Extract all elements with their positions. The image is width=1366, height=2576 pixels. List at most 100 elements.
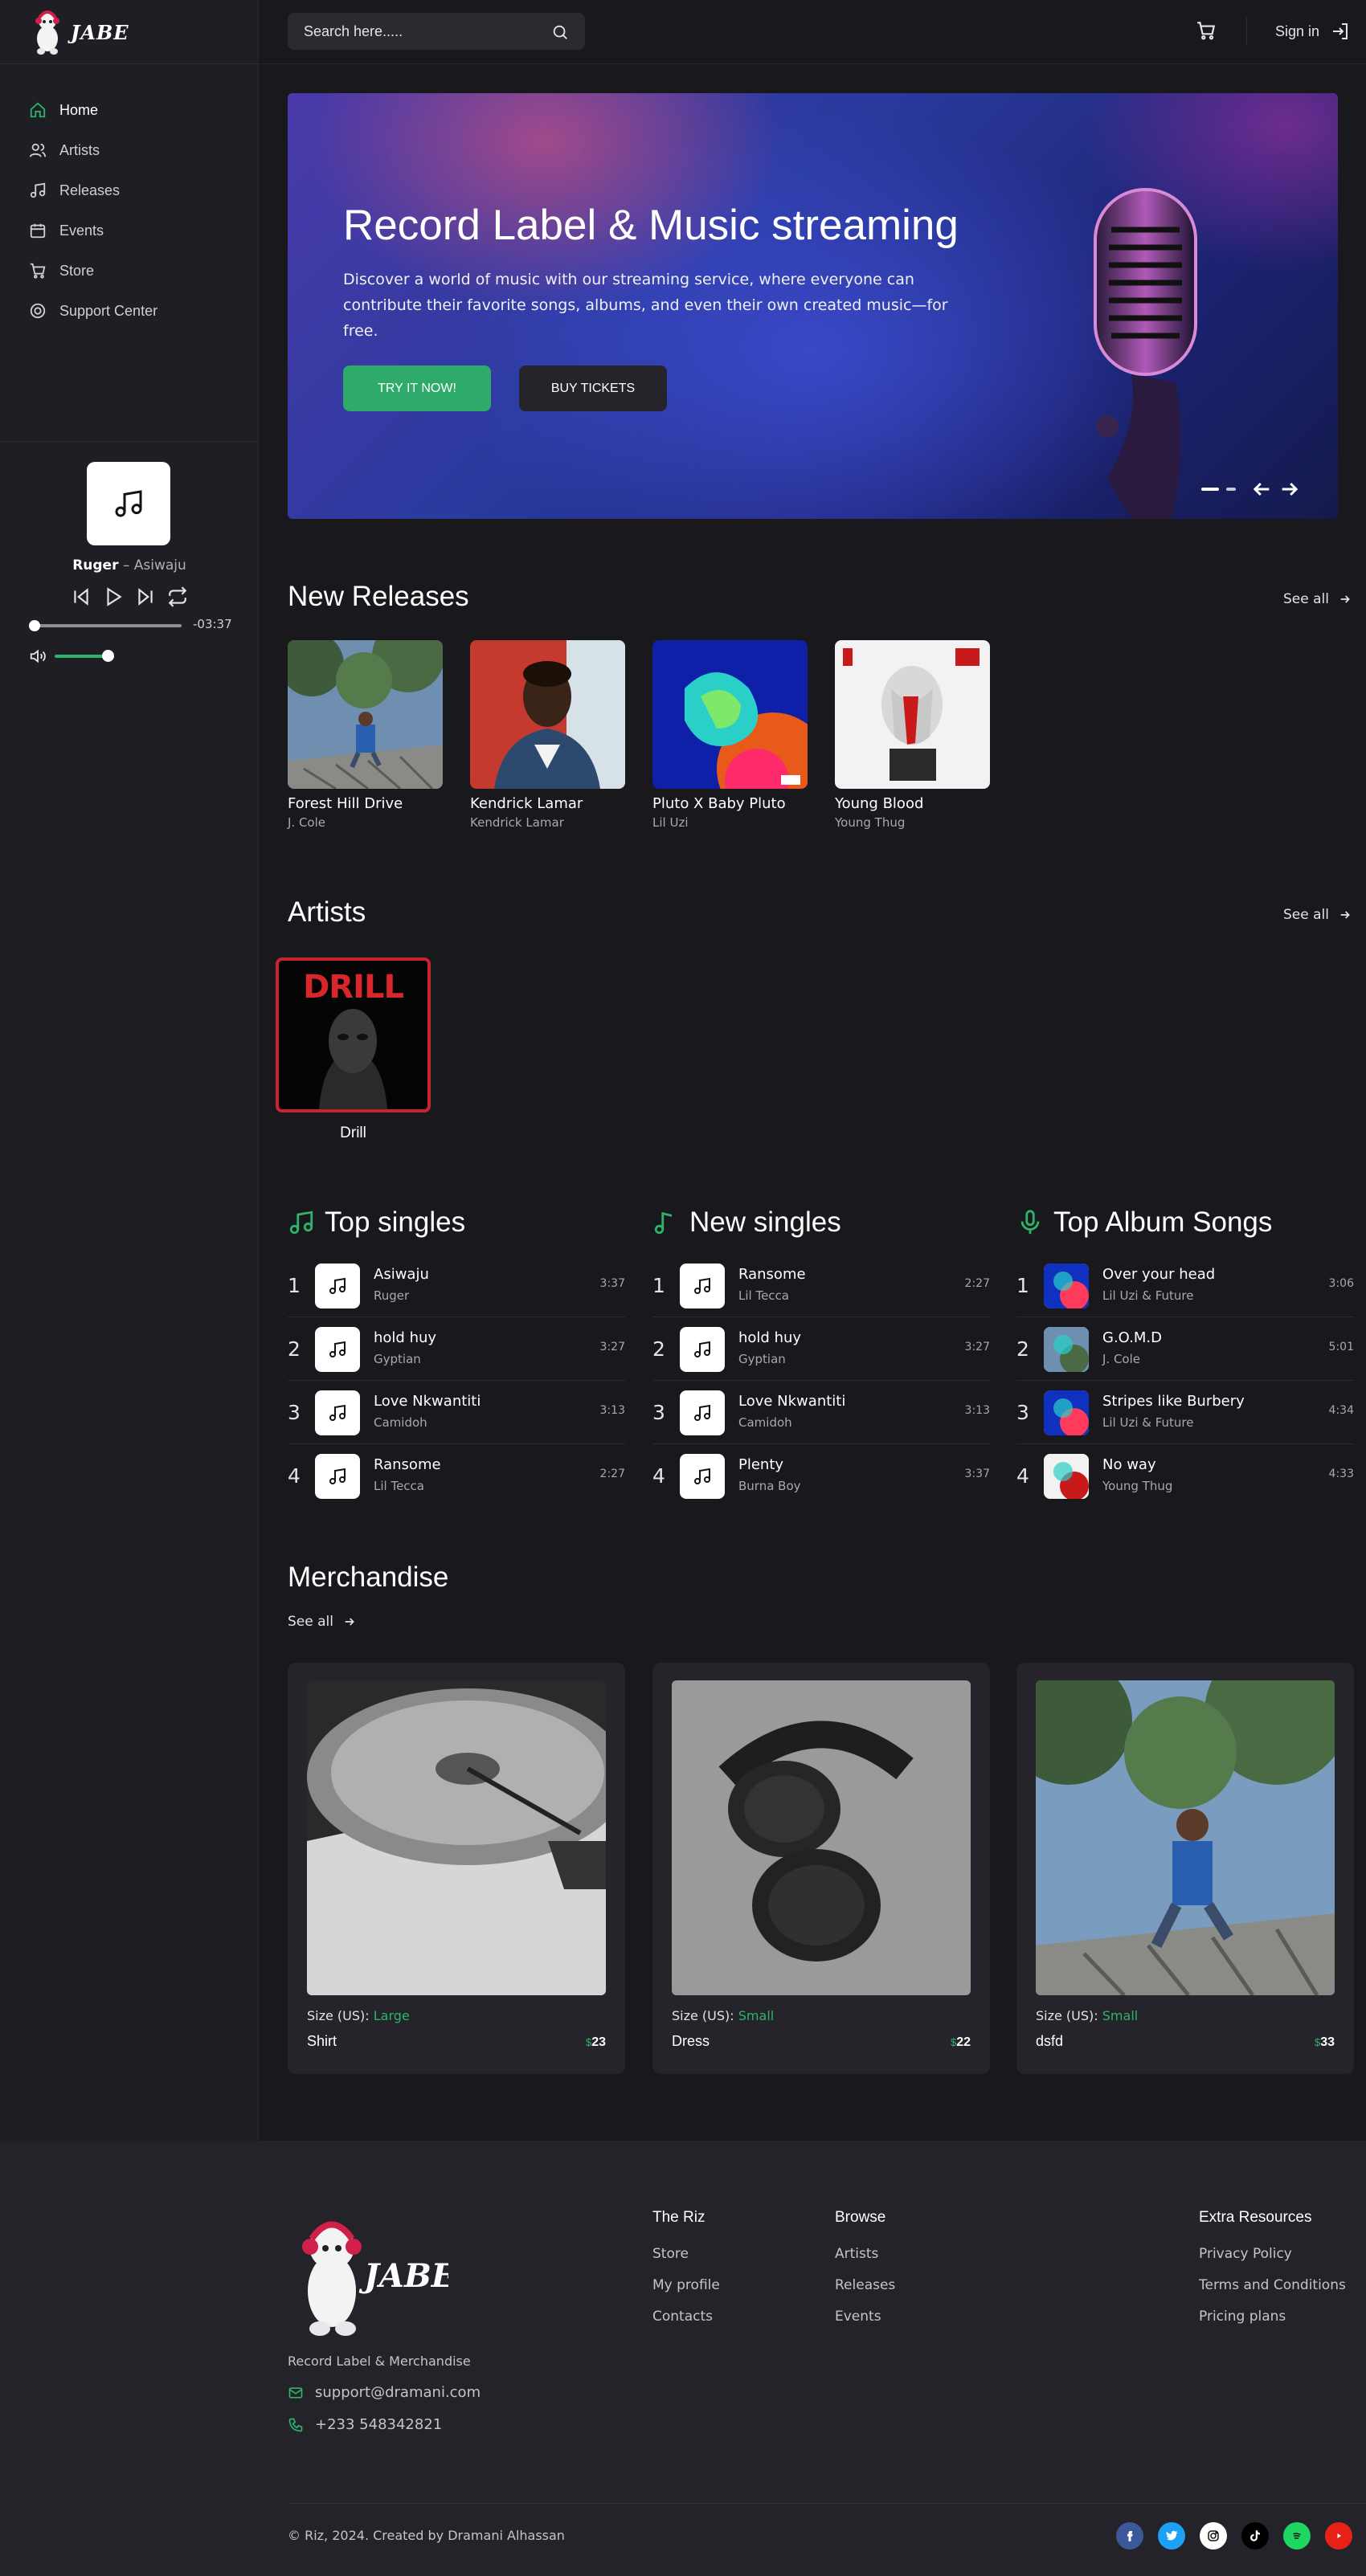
footer-link-terms[interactable]: Terms and Conditions xyxy=(1199,2277,1346,2309)
track-divider xyxy=(1016,1443,1354,1444)
sign-in-button[interactable]: Sign in xyxy=(1275,22,1350,41)
search-input[interactable] xyxy=(304,13,545,50)
arrow-right-icon[interactable] xyxy=(1278,478,1301,500)
release-title: Forest Hill Drive xyxy=(288,795,403,812)
sidebar-divider xyxy=(0,63,259,64)
merch-card[interactable]: Size (US): Small Dress $22 xyxy=(652,1663,990,2074)
track-row[interactable]: 3 Love Nkwantiti Camidoh 3:13 xyxy=(652,1382,990,1444)
track-title: Plenty xyxy=(738,1456,784,1473)
footer-link-privacy-policy[interactable]: Privacy Policy xyxy=(1199,2246,1346,2277)
email-text: support@dramani.com xyxy=(315,2384,481,2401)
sidebar-item-releases[interactable]: Releases xyxy=(29,170,157,210)
footer-link-releases[interactable]: Releases xyxy=(835,2277,895,2309)
facebook-icon[interactable] xyxy=(1116,2522,1143,2549)
merch-price: $22 xyxy=(951,2035,971,2050)
merch-card[interactable]: Size (US): Large Shirt $23 xyxy=(288,1663,625,2074)
artists-see-all-link[interactable]: See all xyxy=(1283,907,1352,923)
merchandise-see-all-link[interactable]: See all xyxy=(288,1614,356,1630)
buy-tickets-button[interactable]: BUY TICKETS xyxy=(519,365,667,411)
merch-card[interactable]: Size (US): Small dsfd $33 xyxy=(1016,1663,1354,2074)
search-icon[interactable] xyxy=(551,23,569,41)
spotify-icon[interactable] xyxy=(1283,2522,1311,2549)
release-card[interactable]: Pluto X Baby Pluto Lil Uzi xyxy=(652,640,808,830)
track-row[interactable]: 4 Ransome Lil Tecca 2:27 xyxy=(288,1445,625,1508)
carousel-dot-active[interactable] xyxy=(1201,488,1219,491)
seek-bar[interactable]: -03:37 xyxy=(29,617,232,633)
play-icon[interactable] xyxy=(103,586,124,607)
release-card[interactable]: Kendrick Lamar Kendrick Lamar xyxy=(470,640,625,830)
mail-icon xyxy=(288,2386,303,2398)
sidebar-item-store[interactable]: Store xyxy=(29,251,157,291)
track-row[interactable]: 4 No way Young Thug 4:33 xyxy=(1016,1445,1354,1508)
footer-link-contacts[interactable]: Contacts xyxy=(652,2309,720,2340)
rabbit-mascot-icon xyxy=(35,10,59,55)
track-duration: 2:27 xyxy=(964,1277,990,1290)
music-note-icon xyxy=(115,490,142,517)
track-number: 2 xyxy=(652,1337,665,1361)
sidebar-item-home[interactable]: Home xyxy=(29,90,157,130)
track-row[interactable]: 2 hold huy Gyptian 3:27 xyxy=(652,1318,990,1381)
track-row[interactable]: 3 Love Nkwantiti Camidoh 3:13 xyxy=(288,1382,625,1444)
footer-phone[interactable]: +233 548342821 xyxy=(288,2416,442,2433)
footer-link-pricing-plans[interactable]: Pricing plans xyxy=(1199,2309,1346,2340)
arrow-left-icon[interactable] xyxy=(1250,478,1273,500)
price-value: 33 xyxy=(1320,2035,1335,2049)
artist-name[interactable]: Drill xyxy=(276,1125,431,1142)
footer-link-artists[interactable]: Artists xyxy=(835,2246,895,2277)
music-note-icon xyxy=(30,182,46,198)
seek-handle[interactable] xyxy=(29,620,40,631)
track-row[interactable]: 1 Over your head Lil Uzi & Future 3:06 xyxy=(1016,1255,1354,1317)
track-number: 1 xyxy=(652,1274,665,1297)
youtube-icon[interactable] xyxy=(1325,2522,1352,2549)
sidebar-item-artists[interactable]: Artists xyxy=(29,130,157,170)
release-card[interactable]: Young Blood Young Thug xyxy=(835,640,990,830)
track-row[interactable]: 3 Stripes like Burbery Lil Uzi & Future 4:3… xyxy=(1016,1382,1354,1444)
tiktok-icon[interactable] xyxy=(1241,2522,1269,2549)
track-row[interactable]: 4 Plenty Burna Boy 3:37 xyxy=(652,1445,990,1508)
sign-in-label: Sign in xyxy=(1275,22,1320,39)
see-all-label: See all xyxy=(1283,591,1329,607)
volume-handle[interactable] xyxy=(102,650,114,662)
cart-icon[interactable] xyxy=(1196,20,1217,41)
top-album-songs-title: Top Album Songs xyxy=(1053,1206,1273,1238)
phone-icon xyxy=(288,2418,303,2431)
footer-logo[interactable]: JABE xyxy=(288,2207,456,2343)
release-card[interactable]: Forest Hill Drive J. Cole xyxy=(288,640,443,830)
sidebar-item-events[interactable]: Events xyxy=(29,210,157,251)
track-title: G.O.M.D xyxy=(1102,1329,1162,1346)
track-artist: Ruger xyxy=(374,1288,410,1303)
merch-image xyxy=(307,1680,606,1995)
volume-icon[interactable] xyxy=(29,647,47,665)
merch-price: $23 xyxy=(586,2035,606,2050)
track-row[interactable]: 2 hold huy Gyptian 3:27 xyxy=(288,1318,625,1381)
skip-back-icon[interactable] xyxy=(71,586,92,607)
new-releases-see-all-link[interactable]: See all xyxy=(1283,591,1352,607)
track-row[interactable]: 1 Ransome Lil Tecca 2:27 xyxy=(652,1255,990,1317)
track-title: Love Nkwantiti xyxy=(374,1393,481,1410)
track-thumbnail xyxy=(1044,1264,1089,1308)
try-it-now-button[interactable]: TRY IT NOW! xyxy=(343,365,491,411)
footer-column-the-riz: The Riz Store My profile Contacts xyxy=(652,2209,720,2340)
repeat-icon[interactable] xyxy=(167,586,188,607)
merchandise-title: Merchandise xyxy=(288,1562,449,1593)
time-remaining: -03:37 xyxy=(193,617,232,631)
carousel-dot[interactable] xyxy=(1226,488,1236,491)
brand-logo[interactable]: JABE xyxy=(29,6,129,58)
instagram-icon[interactable] xyxy=(1200,2522,1227,2549)
track-row[interactable]: 2 G.O.M.D J. Cole 5:01 xyxy=(1016,1318,1354,1381)
track-title: Asiwaju xyxy=(374,1266,429,1283)
footer-email[interactable]: support@dramani.com xyxy=(288,2384,481,2401)
artist-card-drill[interactable]: DRILL xyxy=(276,957,431,1112)
sidebar-item-support-center[interactable]: Support Center xyxy=(29,291,157,331)
music-note-icon xyxy=(694,1404,710,1421)
track-row[interactable]: 1 Asiwaju Ruger 3:37 xyxy=(288,1255,625,1317)
twitter-icon[interactable] xyxy=(1158,2522,1185,2549)
footer-link-my-profile[interactable]: My profile xyxy=(652,2277,720,2309)
album-art xyxy=(1044,1264,1089,1308)
footer-link-store[interactable]: Store xyxy=(652,2246,720,2277)
skip-forward-icon[interactable] xyxy=(135,586,156,607)
sidebar-item-label: Home xyxy=(59,101,99,118)
volume-control[interactable] xyxy=(29,646,230,665)
footer-link-events[interactable]: Events xyxy=(835,2309,895,2340)
music-note-icon xyxy=(694,1341,710,1357)
